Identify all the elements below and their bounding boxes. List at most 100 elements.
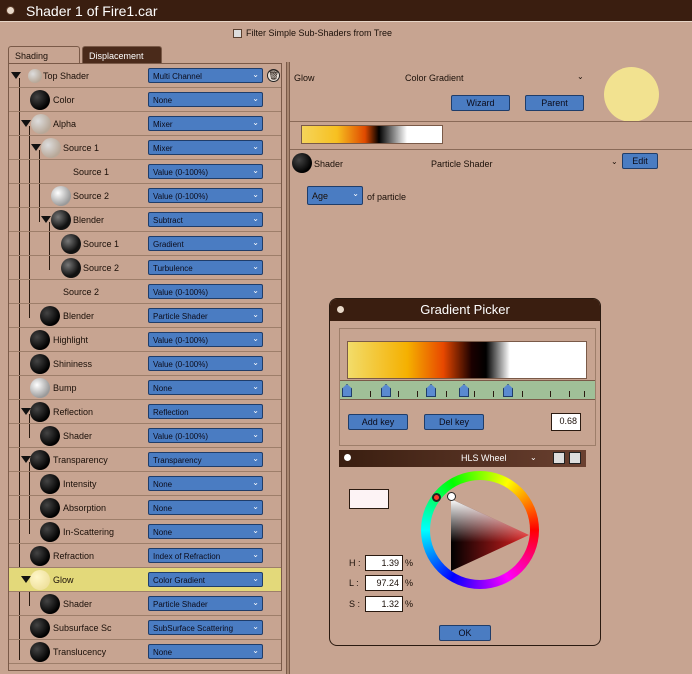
tree-row-alpha[interactable]: Alpha Mixer ⌄	[9, 112, 281, 136]
window-menu-icon[interactable]	[6, 6, 15, 15]
shader-type-dropdown[interactable]: Value (0-100%) ⌄	[148, 356, 263, 371]
chevron-down-icon[interactable]: ⌄	[611, 157, 618, 166]
tree-row-top-shader[interactable]: Top Shader Multi Channel ⌄ 🗑	[9, 64, 281, 88]
tree-row-in-scattering[interactable]: In-Scattering None ⌄	[9, 520, 281, 544]
lightness-field[interactable]: 97.24	[365, 575, 403, 591]
shader-type-dropdown[interactable]: Gradient ⌄	[148, 236, 263, 251]
shader-type-dropdown[interactable]: Particle Shader ⌄	[148, 596, 263, 611]
shader-type-dropdown[interactable]: Particle Shader ⌄	[148, 308, 263, 323]
shader-type-dropdown[interactable]: Value (0-100%) ⌄	[148, 164, 263, 179]
saturation-field[interactable]: 1.32	[365, 596, 403, 612]
color-mode-bar: HLS Wheel ⌄	[339, 450, 586, 467]
wizard-button[interactable]: Wizard	[451, 95, 510, 111]
shader-type-dropdown[interactable]: None ⌄	[148, 500, 263, 515]
gradient-key[interactable]	[426, 384, 436, 397]
tree-row-transparency[interactable]: Transparency Transparency ⌄	[9, 448, 281, 472]
tree-row-refraction[interactable]: Refraction Index of Refraction ⌄	[9, 544, 281, 568]
del-key-button[interactable]: Del key	[424, 414, 484, 430]
ok-button[interactable]: OK	[439, 625, 491, 641]
gradient-strip[interactable]	[347, 341, 587, 379]
collapse-triangle-icon[interactable]	[21, 120, 31, 127]
tree-row-reflection[interactable]: Reflection Reflection ⌄	[9, 400, 281, 424]
shader-type-dropdown[interactable]: None ⌄	[148, 476, 263, 491]
tree-row-blender-source1[interactable]: Source 1 Gradient ⌄	[9, 232, 281, 256]
add-key-button[interactable]: Add key	[348, 414, 408, 430]
trash-icon[interactable]: 🗑	[267, 69, 280, 82]
shader-type-label[interactable]: Color Gradient	[405, 73, 464, 83]
tree-row-source2-sub[interactable]: Source 2 Value (0-100%) ⌄	[9, 184, 281, 208]
shader-type-dropdown[interactable]: None ⌄	[148, 644, 263, 659]
shader-type-dropdown[interactable]: None ⌄	[148, 380, 263, 395]
ls-marker[interactable]	[447, 492, 456, 501]
shader-input-type[interactable]: Particle Shader	[431, 159, 493, 169]
tree-row-highlight[interactable]: Highlight Value (0-100%) ⌄	[9, 328, 281, 352]
save-icon[interactable]	[553, 452, 565, 464]
filter-option[interactable]: Filter Simple Sub-Shaders from Tree	[233, 28, 392, 38]
tree-row-reflection-shader[interactable]: Shader Value (0-100%) ⌄	[9, 424, 281, 448]
tree-row-translucency[interactable]: Translucency None ⌄	[9, 640, 281, 664]
gradient-key-track[interactable]	[340, 380, 595, 400]
chevron-down-icon[interactable]: ⌄	[577, 72, 584, 81]
tree-row-glow-shader[interactable]: Shader Particle Shader ⌄	[9, 592, 281, 616]
color-mode-label[interactable]: HLS Wheel	[461, 453, 507, 463]
collapse-triangle-icon[interactable]	[41, 216, 51, 223]
tree-row-intensity[interactable]: Intensity None ⌄	[9, 472, 281, 496]
shader-type-dropdown[interactable]: Transparency ⌄	[148, 452, 263, 467]
tree-row-source1-sub[interactable]: Source 1 Value (0-100%) ⌄	[9, 160, 281, 184]
shader-type-dropdown[interactable]: SubSurface Scattering ⌄	[148, 620, 263, 635]
hue-marker[interactable]	[432, 493, 441, 502]
dialog-menu-icon[interactable]	[337, 306, 344, 313]
tree-row-glow[interactable]: Glow Color Gradient ⌄	[9, 568, 281, 592]
tree-row-absorption[interactable]: Absorption None ⌄	[9, 496, 281, 520]
filter-checkbox[interactable]	[233, 28, 242, 38]
gradient-key[interactable]	[459, 384, 469, 397]
shader-type-dropdown[interactable]: Reflection ⌄	[148, 404, 263, 419]
gradient-key[interactable]	[342, 384, 352, 397]
shader-type-dropdown[interactable]: Color Gradient ⌄	[148, 572, 263, 587]
age-dropdown[interactable]: Age ⌄	[307, 186, 363, 205]
tree-row-subsurface[interactable]: Subsurface Sc SubSurface Scattering ⌄	[9, 616, 281, 640]
collapse-triangle-icon[interactable]	[11, 72, 21, 79]
separator	[290, 121, 692, 122]
tree-row-bump[interactable]: Bump None ⌄	[9, 376, 281, 400]
tree-row-blender[interactable]: Blender Particle Shader ⌄	[9, 304, 281, 328]
shader-type-dropdown[interactable]: Value (0-100%) ⌄	[148, 428, 263, 443]
tree-row-source2[interactable]: Source 2 Value (0-100%) ⌄	[9, 280, 281, 304]
mode-menu-icon[interactable]	[344, 454, 351, 461]
dropdown-value: Value (0-100%)	[153, 432, 208, 441]
collapse-triangle-icon[interactable]	[31, 144, 41, 151]
shader-type-dropdown[interactable]: Subtract ⌄	[148, 212, 263, 227]
shader-type-dropdown[interactable]: Index of Refraction ⌄	[148, 548, 263, 563]
hue-field[interactable]: 1.39	[365, 555, 403, 571]
chevron-down-icon[interactable]: ⌄	[530, 453, 537, 462]
tab-shading[interactable]: Shading	[8, 46, 80, 64]
shader-type-dropdown[interactable]: Mixer ⌄	[148, 140, 263, 155]
shader-type-dropdown[interactable]: Multi Channel ⌄	[148, 68, 263, 83]
tree-row-blender-source2[interactable]: Source 2 Turbulence ⌄	[9, 256, 281, 280]
lightness-saturation-triangle[interactable]	[421, 471, 539, 589]
dropdown-value: Value (0-100%)	[153, 168, 208, 177]
shader-type-dropdown[interactable]: Value (0-100%) ⌄	[148, 332, 263, 347]
tab-displacement[interactable]: Displacement	[82, 46, 162, 64]
tree-row-color[interactable]: Color None ⌄	[9, 88, 281, 112]
gradient-preview-bar[interactable]	[301, 125, 443, 144]
shader-type-dropdown[interactable]: None ⌄	[148, 92, 263, 107]
load-icon[interactable]	[569, 452, 581, 464]
tree-row-blender-sub[interactable]: Blender Subtract ⌄	[9, 208, 281, 232]
dialog-titlebar[interactable]: Gradient Picker	[330, 299, 600, 321]
tree-row-shininess[interactable]: Shininess Value (0-100%) ⌄	[9, 352, 281, 376]
gradient-key[interactable]	[503, 384, 513, 397]
dropdown-value: Color Gradient	[153, 576, 206, 585]
shader-type-dropdown[interactable]: Mixer ⌄	[148, 116, 263, 131]
shader-type-dropdown[interactable]: None ⌄	[148, 524, 263, 539]
dropdown-value: None	[153, 96, 173, 105]
shader-type-dropdown[interactable]: Value (0-100%) ⌄	[148, 284, 263, 299]
hls-color-wheel[interactable]	[421, 471, 539, 589]
key-position-field[interactable]: 0.68	[551, 413, 581, 431]
tree-row-source1[interactable]: Source 1 Mixer ⌄	[9, 136, 281, 160]
shader-type-dropdown[interactable]: Turbulence ⌄	[148, 260, 263, 275]
gradient-key[interactable]	[381, 384, 391, 397]
edit-button[interactable]: Edit	[622, 153, 658, 169]
parent-button[interactable]: Parent	[525, 95, 584, 111]
shader-type-dropdown[interactable]: Value (0-100%) ⌄	[148, 188, 263, 203]
